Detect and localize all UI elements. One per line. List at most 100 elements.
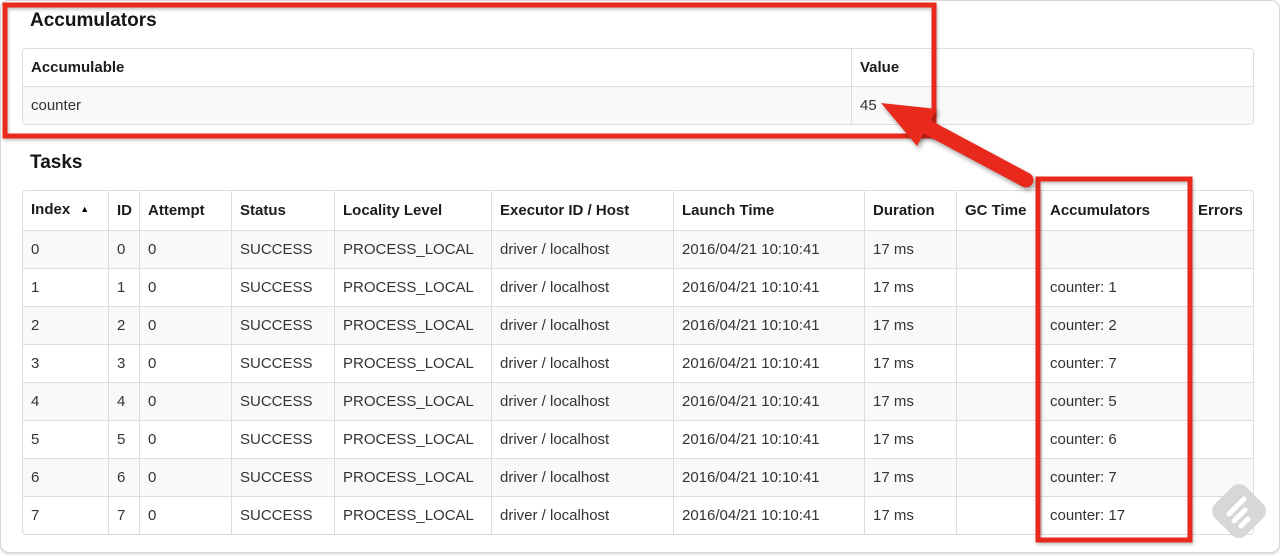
- td-accumulators: counter: 6: [1041, 420, 1189, 458]
- td-id: 5: [108, 420, 139, 458]
- accumulator-row: counter 45: [23, 86, 1253, 124]
- task-row: 4 4 0 SUCCESS PROCESS_LOCAL driver / loc…: [23, 382, 1253, 420]
- td-status: SUCCESS: [231, 344, 334, 382]
- sort-ascending-icon: ▲: [80, 204, 90, 214]
- td-locality-level: PROCESS_LOCAL: [334, 382, 491, 420]
- td-errors: [1189, 230, 1253, 268]
- td-errors: [1189, 268, 1253, 306]
- duration-column-header[interactable]: Duration: [864, 191, 956, 230]
- accumulators-header-row: Accumulable Value: [23, 49, 1253, 86]
- td-gc-time: [956, 496, 1041, 534]
- td-id: 1: [108, 268, 139, 306]
- td-status: SUCCESS: [231, 496, 334, 534]
- td-executor: driver / localhost: [491, 458, 673, 496]
- accumulators-table: Accumulable Value counter 45: [22, 48, 1254, 125]
- td-id: 2: [108, 306, 139, 344]
- td-executor: driver / localhost: [491, 268, 673, 306]
- td-accumulable-value: 45: [851, 86, 1253, 124]
- td-launch-time: 2016/04/21 10:10:41: [673, 306, 864, 344]
- td-locality-level: PROCESS_LOCAL: [334, 420, 491, 458]
- tasks-table: Index ▲ ID Attempt Status Locality Level …: [22, 190, 1254, 535]
- td-launch-time: 2016/04/21 10:10:41: [673, 496, 864, 534]
- td-executor: driver / localhost: [491, 230, 673, 268]
- td-attempt: 0: [139, 230, 231, 268]
- index-column-header[interactable]: Index ▲: [23, 191, 108, 230]
- task-row: 1 1 0 SUCCESS PROCESS_LOCAL driver / loc…: [23, 268, 1253, 306]
- accumulators-section-heading: Accumulators: [30, 10, 157, 31]
- td-index: 2: [23, 306, 108, 344]
- td-accumulators: counter: 1: [1041, 268, 1189, 306]
- td-gc-time: [956, 344, 1041, 382]
- td-status: SUCCESS: [231, 230, 334, 268]
- td-gc-time: [956, 230, 1041, 268]
- td-index: 0: [23, 230, 108, 268]
- tasks-section-heading: Tasks: [30, 152, 83, 173]
- td-launch-time: 2016/04/21 10:10:41: [673, 458, 864, 496]
- td-gc-time: [956, 458, 1041, 496]
- td-gc-time: [956, 268, 1041, 306]
- td-attempt: 0: [139, 496, 231, 534]
- gc-time-column-header[interactable]: GC Time: [956, 191, 1041, 230]
- td-duration: 17 ms: [864, 268, 956, 306]
- td-accumulators: counter: 7: [1041, 458, 1189, 496]
- errors-column-header[interactable]: Errors: [1189, 191, 1253, 230]
- td-duration: 17 ms: [864, 496, 956, 534]
- td-accumulators: counter: 5: [1041, 382, 1189, 420]
- td-status: SUCCESS: [231, 420, 334, 458]
- td-attempt: 0: [139, 268, 231, 306]
- id-column-header[interactable]: ID: [108, 191, 139, 230]
- td-duration: 17 ms: [864, 344, 956, 382]
- td-duration: 17 ms: [864, 420, 956, 458]
- td-index: 7: [23, 496, 108, 534]
- td-index: 4: [23, 382, 108, 420]
- td-launch-time: 2016/04/21 10:10:41: [673, 268, 864, 306]
- td-attempt: 0: [139, 382, 231, 420]
- executor-id-host-column-header[interactable]: Executor ID / Host: [491, 191, 673, 230]
- td-accumulators: [1041, 230, 1189, 268]
- task-row: 0 0 0 SUCCESS PROCESS_LOCAL driver / loc…: [23, 230, 1253, 268]
- td-launch-time: 2016/04/21 10:10:41: [673, 382, 864, 420]
- td-locality-level: PROCESS_LOCAL: [334, 268, 491, 306]
- td-errors: [1189, 458, 1253, 496]
- td-index: 6: [23, 458, 108, 496]
- td-duration: 17 ms: [864, 382, 956, 420]
- td-status: SUCCESS: [231, 268, 334, 306]
- td-attempt: 0: [139, 458, 231, 496]
- td-locality-level: PROCESS_LOCAL: [334, 230, 491, 268]
- task-row: 2 2 0 SUCCESS PROCESS_LOCAL driver / loc…: [23, 306, 1253, 344]
- td-executor: driver / localhost: [491, 420, 673, 458]
- accumulable-column-header[interactable]: Accumulable: [23, 49, 851, 86]
- td-locality-level: PROCESS_LOCAL: [334, 344, 491, 382]
- locality-level-column-header[interactable]: Locality Level: [334, 191, 491, 230]
- td-id: 0: [108, 230, 139, 268]
- status-column-header[interactable]: Status: [231, 191, 334, 230]
- launch-time-column-header[interactable]: Launch Time: [673, 191, 864, 230]
- td-id: 3: [108, 344, 139, 382]
- td-duration: 17 ms: [864, 230, 956, 268]
- accumulators-column-header[interactable]: Accumulators: [1041, 191, 1189, 230]
- td-launch-time: 2016/04/21 10:10:41: [673, 420, 864, 458]
- td-locality-level: PROCESS_LOCAL: [334, 306, 491, 344]
- td-id: 6: [108, 458, 139, 496]
- td-gc-time: [956, 420, 1041, 458]
- td-status: SUCCESS: [231, 382, 334, 420]
- td-accumulators: counter: 7: [1041, 344, 1189, 382]
- attempt-column-header[interactable]: Attempt: [139, 191, 231, 230]
- td-accumulators: counter: 17: [1041, 496, 1189, 534]
- td-accumulable-name: counter: [23, 86, 851, 124]
- td-attempt: 0: [139, 344, 231, 382]
- tasks-header-row: Index ▲ ID Attempt Status Locality Level …: [23, 191, 1253, 230]
- td-id: 7: [108, 496, 139, 534]
- td-locality-level: PROCESS_LOCAL: [334, 496, 491, 534]
- td-duration: 17 ms: [864, 458, 956, 496]
- task-row: 3 3 0 SUCCESS PROCESS_LOCAL driver / loc…: [23, 344, 1253, 382]
- td-attempt: 0: [139, 306, 231, 344]
- value-column-header[interactable]: Value: [851, 49, 1253, 86]
- td-executor: driver / localhost: [491, 306, 673, 344]
- screenshot-frame: Accumulators Accumulable Value counter 4…: [0, 0, 1280, 553]
- td-executor: driver / localhost: [491, 496, 673, 534]
- td-duration: 17 ms: [864, 306, 956, 344]
- td-executor: driver / localhost: [491, 344, 673, 382]
- task-row: 6 6 0 SUCCESS PROCESS_LOCAL driver / loc…: [23, 458, 1253, 496]
- td-attempt: 0: [139, 420, 231, 458]
